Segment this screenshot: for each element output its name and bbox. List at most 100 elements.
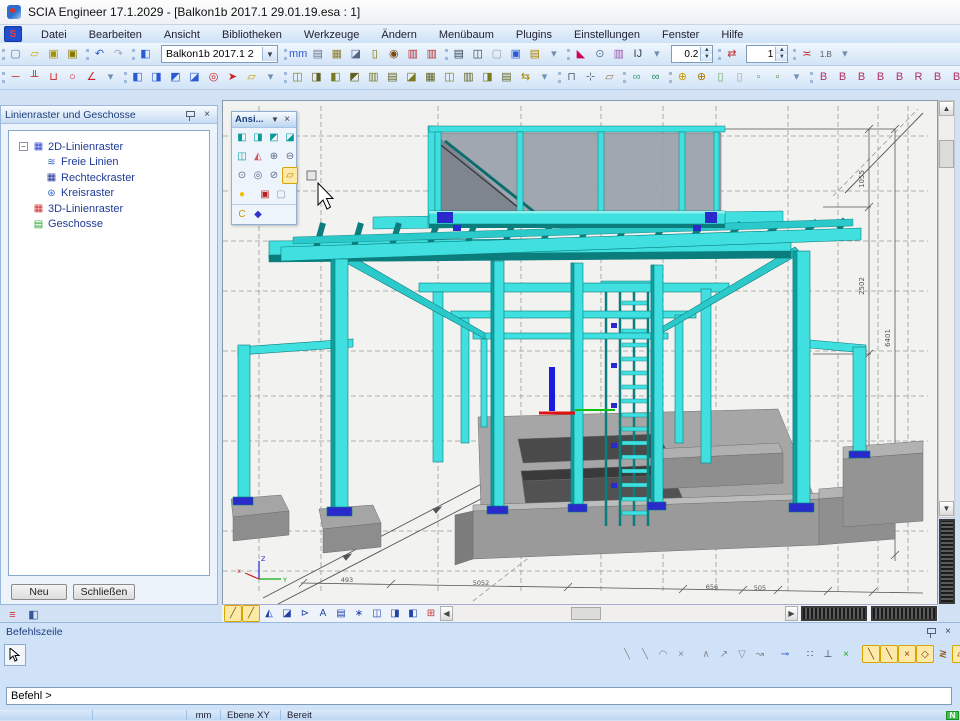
- b-tool-icon[interactable]: B: [852, 68, 871, 87]
- tree-item-2d-linienraster[interactable]: −▦2D-Linienraster: [9, 139, 209, 155]
- overflow-icon[interactable]: ▾: [544, 45, 563, 64]
- menu--ndern[interactable]: Ändern: [370, 28, 427, 42]
- select-rect-icon[interactable]: ⊓: [562, 68, 581, 87]
- rotate-control-horizontal[interactable]: [801, 606, 867, 621]
- b-tool-icon[interactable]: B: [871, 68, 890, 87]
- zoom-doc-icon[interactable]: ⊙: [590, 45, 609, 64]
- status-badge[interactable]: N: [946, 711, 959, 720]
- snap-midpoint-active-icon[interactable]: ╲: [880, 645, 898, 663]
- zoom-control-horizontal[interactable]: [871, 606, 937, 621]
- zoom-in-icon[interactable]: ⊕: [266, 148, 282, 165]
- zoom-all-icon[interactable]: ◎: [250, 167, 266, 184]
- camera-recall-icon[interactable]: ▢: [273, 186, 289, 203]
- profile-icon[interactable]: ▥: [459, 68, 478, 87]
- circle-tool-icon[interactable]: ○: [63, 68, 82, 87]
- spinner-up-icon[interactable]: ▲: [776, 47, 787, 54]
- attach2-icon[interactable]: ⊕: [692, 68, 711, 87]
- mirror-entity-icon[interactable]: ◪: [185, 68, 204, 87]
- render-icon[interactable]: ∗: [350, 605, 368, 622]
- label-config-icon[interactable]: IJ: [628, 45, 647, 64]
- snap-green-cross-icon[interactable]: ×: [837, 645, 855, 663]
- r-tool-icon[interactable]: R: [909, 68, 928, 87]
- snap-peak-icon[interactable]: ∧: [697, 645, 715, 663]
- menu-bibliotheken[interactable]: Bibliotheken: [211, 28, 293, 42]
- pin-icon[interactable]: [926, 626, 936, 638]
- result-chart-icon[interactable]: ◪: [278, 605, 296, 622]
- swap-icon[interactable]: ⇆: [516, 68, 535, 87]
- scale-icon[interactable]: ≍: [797, 45, 816, 64]
- jet-icon[interactable]: ➤: [223, 68, 242, 87]
- close-icon[interactable]: ×: [201, 109, 213, 120]
- menu-men-baum[interactable]: Menübaum: [428, 28, 505, 42]
- b-tool-icon[interactable]: B: [814, 68, 833, 87]
- pencil-active-icon[interactable]: ╱: [224, 605, 242, 622]
- menu-plugins[interactable]: Plugins: [505, 28, 563, 42]
- menu-datei[interactable]: Datei: [30, 28, 78, 42]
- snap-dir-icon[interactable]: ↗: [715, 645, 733, 663]
- number-format-icon[interactable]: 1.B: [816, 45, 835, 64]
- paint-bucket-icon[interactable]: ◣: [571, 45, 590, 64]
- select-point-icon[interactable]: ⊹: [581, 68, 600, 87]
- scroll-right-icon[interactable]: ▶: [785, 606, 798, 621]
- select-poly-icon[interactable]: ▱: [600, 68, 619, 87]
- camera-store-icon[interactable]: ▣: [257, 186, 273, 203]
- folder-icon[interactable]: ▱: [242, 68, 261, 87]
- column-green-icon[interactable]: ▯: [711, 68, 730, 87]
- snap-intersect-active-icon[interactable]: ×: [898, 645, 916, 663]
- profile-icon[interactable]: ▤: [497, 68, 516, 87]
- menu-werkzeuge[interactable]: Werkzeuge: [293, 28, 370, 42]
- model-canvas[interactable]: 1055 2502 2844 6401 493 5052 656 505: [223, 101, 937, 604]
- view-person-icon[interactable]: ◭: [250, 148, 266, 165]
- copy-entity-icon[interactable]: ◧: [128, 68, 147, 87]
- barrier2-icon[interactable]: ▥: [422, 45, 441, 64]
- menu-ansicht[interactable]: Ansicht: [153, 28, 211, 42]
- flag-icon[interactable]: ⊳: [296, 605, 314, 622]
- overflow-icon[interactable]: ▾: [835, 45, 854, 64]
- snap-plane-active-icon[interactable]: ▱: [952, 645, 960, 663]
- tree-item-geschosse[interactable]: ▤Geschosse: [9, 217, 209, 233]
- angle-tool-icon[interactable]: ∠: [82, 68, 101, 87]
- tree-item-kreisraster[interactable]: ⊛Kreisraster: [9, 186, 209, 202]
- new-document-icon[interactable]: ▢: [6, 45, 25, 64]
- print-preview-icon[interactable]: ◫: [468, 45, 487, 64]
- axis-view-icon[interactable]: ◭: [260, 605, 278, 622]
- b-tool-icon[interactable]: B: [928, 68, 947, 87]
- document-gray-icon[interactable]: ▢: [487, 45, 506, 64]
- snap-arc-icon[interactable]: ◠: [654, 645, 672, 663]
- overflow-icon[interactable]: ▾: [787, 68, 806, 87]
- gallery-icon[interactable]: ▣: [506, 45, 525, 64]
- model-viewport[interactable]: 1055 2502 2844 6401 493 5052 656 505: [222, 100, 938, 605]
- zoom-out-icon[interactable]: ⊖: [282, 148, 298, 165]
- spinner-down-icon[interactable]: ▼: [776, 54, 787, 61]
- column-tool-icon[interactable]: ╨: [25, 68, 44, 87]
- snap-grid-icon[interactable]: ∷: [801, 645, 819, 663]
- magnet-icon[interactable]: ⊸: [776, 645, 794, 663]
- factor-spinner[interactable]: 1 ▲▼: [746, 45, 788, 63]
- menu-hilfe[interactable]: Hilfe: [710, 28, 754, 42]
- column-gray-icon[interactable]: ▯: [730, 68, 749, 87]
- b-tool-icon[interactable]: B: [890, 68, 909, 87]
- snap-tangent-icon[interactable]: ≷: [934, 645, 952, 663]
- goggles2-icon[interactable]: ∞: [646, 68, 665, 87]
- spinner-down-icon[interactable]: ▼: [701, 54, 712, 61]
- snap-perp-icon[interactable]: ⊥: [819, 645, 837, 663]
- light-icon[interactable]: ●: [234, 186, 250, 203]
- view-front-icon[interactable]: ◨: [250, 129, 266, 146]
- status-units[interactable]: mm: [187, 710, 221, 720]
- scroll-up-icon[interactable]: ▲: [939, 101, 954, 116]
- view-top-icon[interactable]: ◪: [282, 129, 298, 146]
- goggles-icon[interactable]: ∞: [627, 68, 646, 87]
- schliessen-button[interactable]: Schließen: [73, 584, 135, 600]
- profile-icon[interactable]: ▦: [421, 68, 440, 87]
- attach-icon[interactable]: ⊕: [673, 68, 692, 87]
- box-select2-icon[interactable]: ▫: [768, 68, 787, 87]
- zoom-selection-icon[interactable]: ⊘: [266, 167, 282, 184]
- chevron-down-icon[interactable]: ▼: [262, 47, 277, 61]
- grid-red-icon[interactable]: ⊞: [422, 605, 440, 622]
- b-tool-icon[interactable]: B: [947, 68, 960, 87]
- overflow-icon[interactable]: ▾: [647, 45, 666, 64]
- layer-box3-icon[interactable]: ◧: [404, 605, 422, 622]
- snap-endpoint-active-icon[interactable]: ╲: [862, 645, 880, 663]
- notes-icon[interactable]: ▤: [525, 45, 544, 64]
- profile-icon[interactable]: ▤: [383, 68, 402, 87]
